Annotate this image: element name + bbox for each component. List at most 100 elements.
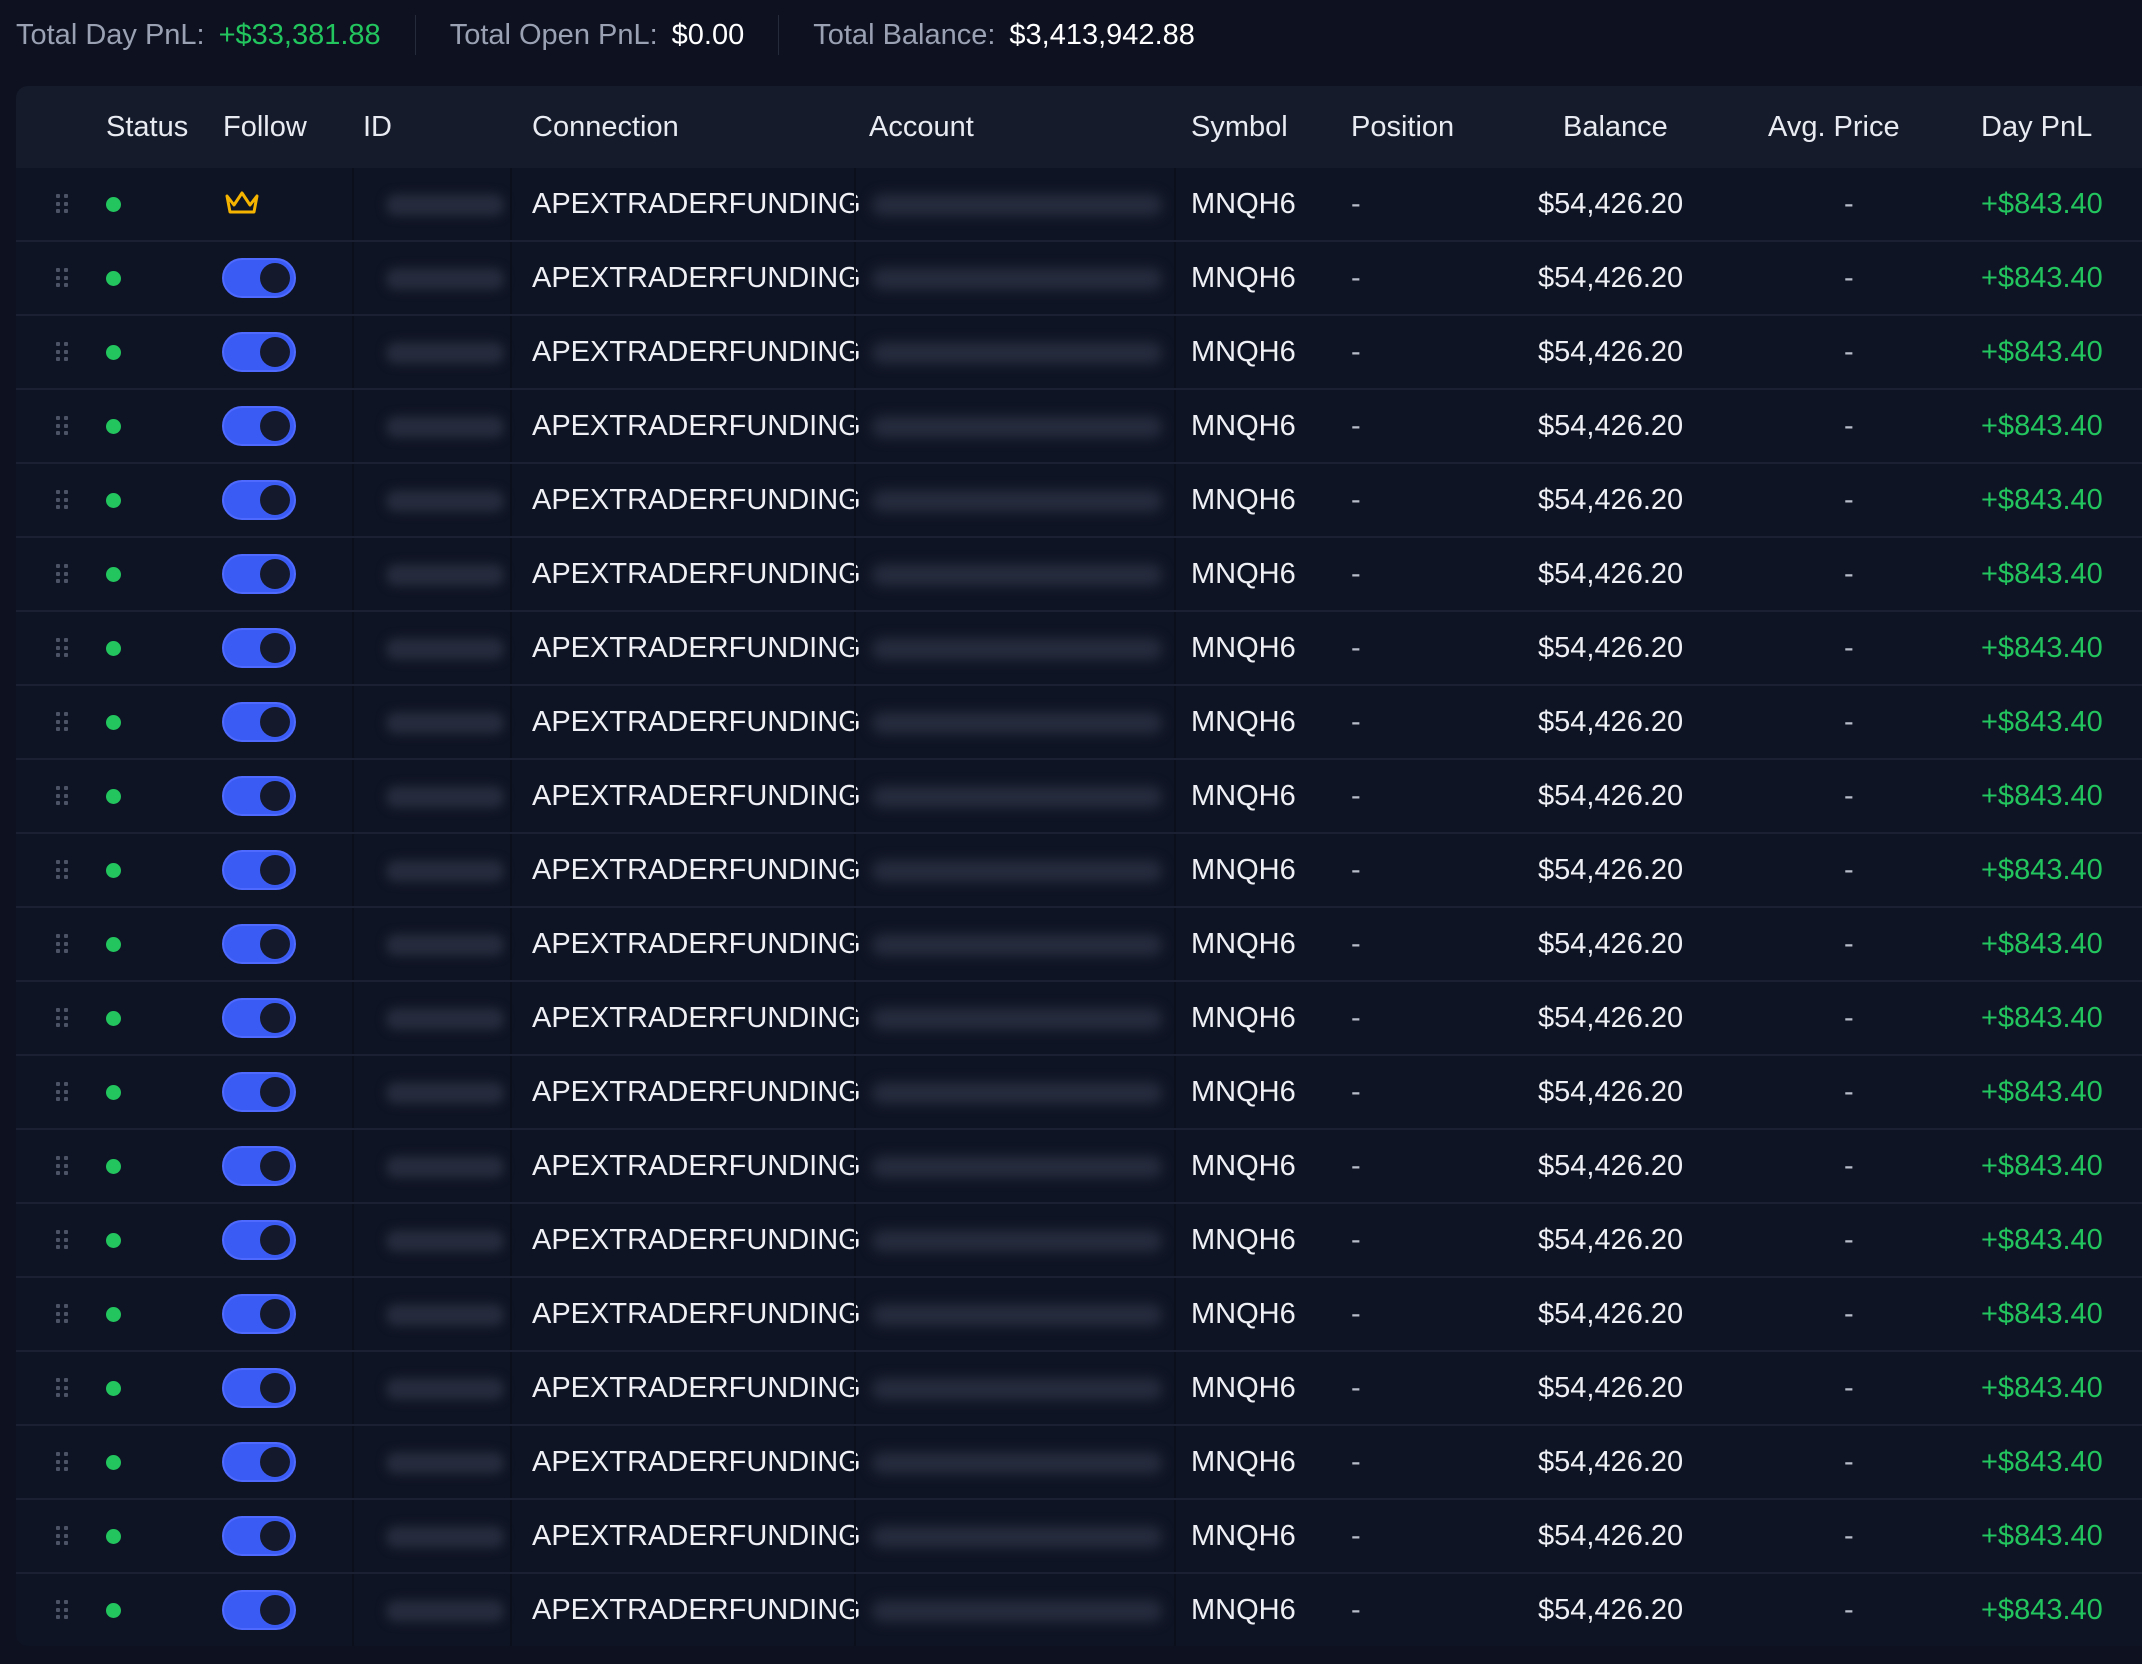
column-header-day-pnl[interactable]: Day PnL [1981,86,2092,168]
follow-toggle[interactable] [222,1146,296,1186]
follow-toggle[interactable] [222,1442,296,1482]
table-row[interactable]: APEXTRADERFUNDING MNQH6 - $54,426.20 - +… [16,242,2142,316]
table-row[interactable]: APEXTRADERFUNDING MNQH6 - $54,426.20 - +… [16,1130,2142,1204]
avg-price-cell: - [1844,632,1854,664]
drag-handle-icon[interactable] [56,786,68,806]
drag-handle-icon[interactable] [56,1452,68,1472]
redacted-account [872,1082,1162,1104]
table-row[interactable]: APEXTRADERFUNDING MNQH6 - $54,426.20 - +… [16,1056,2142,1130]
drag-handle-icon[interactable] [56,934,68,954]
follow-toggle[interactable] [222,776,296,816]
drag-handle-icon[interactable] [56,194,68,214]
status-online-icon [106,1529,121,1544]
column-header-symbol[interactable]: Symbol [1191,86,1288,168]
column-header-position[interactable]: Position [1351,86,1454,168]
redacted-account [872,416,1162,438]
column-header-balance[interactable]: Balance [1563,86,1668,168]
avg-price-cell: - [1844,1002,1854,1034]
position-cell: - [1351,410,1361,442]
follow-toggle[interactable] [222,480,296,520]
summary-divider [414,15,416,55]
table-row[interactable]: APEXTRADERFUNDING MNQH6 - $54,426.20 - +… [16,390,2142,464]
follow-toggle[interactable] [222,1368,296,1408]
cell-divider [510,908,512,980]
table-row[interactable]: APEXTRADERFUNDING MNQH6 - $54,426.20 - +… [16,1278,2142,1352]
table-row[interactable]: APEXTRADERFUNDING MNQH6 - $54,426.20 - +… [16,1426,2142,1500]
table-row[interactable]: APEXTRADERFUNDING MNQH6 - $54,426.20 - +… [16,1204,2142,1278]
follow-toggle[interactable] [222,258,296,298]
column-header-status[interactable]: Status [106,86,188,168]
day-pnl-cell: +$843.40 [1981,780,2103,812]
avg-price-cell: - [1844,1076,1854,1108]
drag-handle-icon[interactable] [56,1008,68,1028]
drag-handle-icon[interactable] [56,268,68,288]
drag-handle-icon[interactable] [56,860,68,880]
table-row[interactable]: APEXTRADERFUNDING MNQH6 - $54,426.20 - +… [16,1500,2142,1574]
follow-toggle[interactable] [222,406,296,446]
drag-handle-icon[interactable] [56,712,68,732]
cell-divider [352,760,354,832]
follow-toggle[interactable] [222,628,296,668]
follow-toggle[interactable] [222,850,296,890]
redacted-account [872,1156,1162,1178]
column-header-avg-price[interactable]: Avg. Price [1768,86,1900,168]
follow-toggle[interactable] [222,1590,296,1630]
redacted-id [386,342,504,364]
symbol-cell: MNQH6 [1191,1298,1296,1330]
symbol-cell: MNQH6 [1191,262,1296,294]
symbol-cell: MNQH6 [1191,1372,1296,1404]
column-header-connection[interactable]: Connection [532,86,679,168]
cell-divider [1174,1278,1176,1350]
follow-toggle[interactable] [222,1220,296,1260]
follow-toggle[interactable] [222,332,296,372]
table-row[interactable]: APEXTRADERFUNDING MNQH6 - $54,426.20 - +… [16,1352,2142,1426]
symbol-cell: MNQH6 [1191,1446,1296,1478]
cell-divider [352,1056,354,1128]
table-row[interactable]: APEXTRADERFUNDING MNQH6 - $54,426.20 - +… [16,538,2142,612]
drag-handle-icon[interactable] [56,1156,68,1176]
follow-toggle[interactable] [222,1516,296,1556]
follow-toggle[interactable] [222,924,296,964]
drag-handle-icon[interactable] [56,416,68,436]
drag-handle-icon[interactable] [56,490,68,510]
drag-handle-icon[interactable] [56,342,68,362]
drag-handle-icon[interactable] [56,1082,68,1102]
cell-divider [510,168,512,240]
summary-bar: Total Day PnL: +$33,381.88 Total Open Pn… [0,0,2142,70]
follow-toggle[interactable] [222,1072,296,1112]
table-row[interactable]: APEXTRADERFUNDING MNQH6 - $54,426.20 - +… [16,686,2142,760]
column-header-account[interactable]: Account [869,86,974,168]
table-row[interactable]: APEXTRADERFUNDING MNQH6 - $54,426.20 - +… [16,834,2142,908]
follow-toggle[interactable] [222,998,296,1038]
follow-toggle[interactable] [222,554,296,594]
connection-cell: APEXTRADERFUNDING [532,632,861,664]
drag-handle-icon[interactable] [56,1378,68,1398]
table-row[interactable]: APEXTRADERFUNDING MNQH6 - $54,426.20 - +… [16,464,2142,538]
drag-handle-icon[interactable] [56,1600,68,1620]
table-row[interactable]: APEXTRADERFUNDING MNQH6 - $54,426.20 - +… [16,612,2142,686]
drag-handle-icon[interactable] [56,638,68,658]
follow-toggle[interactable] [222,702,296,742]
redacted-id [386,1008,504,1030]
column-header-id[interactable]: ID [363,86,392,168]
connection-cell: APEXTRADERFUNDING [532,1372,861,1404]
table-row[interactable]: APEXTRADERFUNDING MNQH6 - $54,426.20 - +… [16,1574,2142,1646]
column-header-follow[interactable]: Follow [223,86,307,168]
table-row[interactable]: APEXTRADERFUNDING MNQH6 - $54,426.20 - +… [16,316,2142,390]
follow-toggle[interactable] [222,1294,296,1334]
total-open-pnl-label: Total Open PnL: [449,18,658,51]
drag-handle-icon[interactable] [56,1304,68,1324]
table-row[interactable]: APEXTRADERFUNDING MNQH6 - $54,426.20 - +… [16,908,2142,982]
drag-handle-icon[interactable] [56,1230,68,1250]
cell-divider [1174,834,1176,906]
table-row[interactable]: APEXTRADERFUNDING MNQH6 - $54,426.20 - +… [16,760,2142,834]
drag-handle-icon[interactable] [56,1526,68,1546]
cell-divider [352,1352,354,1424]
position-cell: - [1351,1520,1361,1552]
table-row[interactable]: APEXTRADERFUNDING MNQH6 - $54,426.20 - +… [16,982,2142,1056]
table-row[interactable]: APEXTRADERFUNDING MNQH6 - $54,426.20 - +… [16,168,2142,242]
cell-divider [854,760,856,832]
connection-cell: APEXTRADERFUNDING [532,484,861,516]
drag-handle-icon[interactable] [56,564,68,584]
cell-divider [352,612,354,684]
